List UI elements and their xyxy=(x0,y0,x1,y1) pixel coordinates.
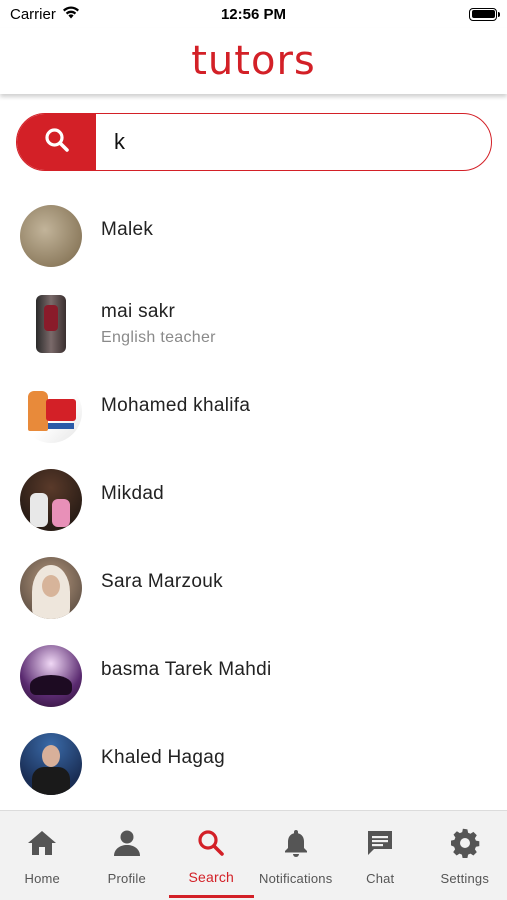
search-results-list: Malek mai sakr English teacher Mohamed k… xyxy=(0,192,507,808)
result-name: Khaled Hagag xyxy=(101,747,226,768)
search-icon xyxy=(44,127,70,158)
chat-icon xyxy=(364,827,396,859)
active-tab-indicator xyxy=(169,895,254,898)
result-name: Sara Marzouk xyxy=(101,571,223,592)
avatar xyxy=(20,293,82,355)
nav-label: Home xyxy=(24,871,60,886)
result-name: Mikdad xyxy=(101,483,165,504)
nav-item-notifications[interactable]: Notifications xyxy=(254,811,339,900)
nav-label: Settings xyxy=(440,871,490,886)
search-bar xyxy=(16,113,492,171)
bottom-nav: Home Profile Search Notifications Chat S… xyxy=(0,810,507,900)
carrier-label: Carrier xyxy=(10,5,56,23)
avatar xyxy=(20,557,82,619)
avatar xyxy=(20,469,82,531)
nav-label: Chat xyxy=(366,871,395,886)
nav-label: Search xyxy=(188,869,235,885)
status-left: Carrier xyxy=(10,5,80,23)
nav-item-settings[interactable]: Settings xyxy=(423,811,507,900)
avatar xyxy=(20,645,82,707)
status-bar: Carrier 12:56 PM xyxy=(0,0,507,28)
search-input[interactable] xyxy=(96,114,491,170)
nav-item-home[interactable]: Home xyxy=(0,811,85,900)
list-item[interactable]: Khaled Hagag xyxy=(0,720,507,808)
list-item[interactable]: basma Tarek Mahdi xyxy=(0,632,507,720)
result-subtitle: English teacher xyxy=(101,329,216,346)
result-name: basma Tarek Mahdi xyxy=(101,659,272,680)
gear-icon xyxy=(449,827,481,859)
list-item[interactable]: Mohamed khalifa xyxy=(0,368,507,456)
person-icon xyxy=(111,827,143,859)
search-icon xyxy=(195,827,227,859)
avatar xyxy=(20,205,82,267)
list-item[interactable]: mai sakr English teacher xyxy=(0,280,507,368)
result-name: mai sakr xyxy=(101,301,176,322)
avatar xyxy=(20,381,82,443)
wifi-icon xyxy=(62,5,80,23)
list-item[interactable]: Sara Marzouk xyxy=(0,544,507,632)
app-logo: tutors xyxy=(191,38,316,84)
nav-item-search[interactable]: Search xyxy=(169,811,254,900)
result-name: Mohamed khalifa xyxy=(101,395,251,416)
avatar xyxy=(20,733,82,795)
result-name: Malek xyxy=(101,219,154,240)
nav-label: Profile xyxy=(107,871,146,886)
bell-icon xyxy=(280,827,312,859)
search-button[interactable] xyxy=(17,114,96,170)
nav-label: Notifications xyxy=(259,871,333,886)
list-item[interactable]: Mikdad xyxy=(0,456,507,544)
battery-icon xyxy=(469,7,500,21)
nav-item-chat[interactable]: Chat xyxy=(338,811,423,900)
list-item[interactable]: Malek xyxy=(0,192,507,280)
nav-item-profile[interactable]: Profile xyxy=(85,811,170,900)
home-icon xyxy=(26,827,58,859)
app-header: tutors xyxy=(0,28,507,94)
